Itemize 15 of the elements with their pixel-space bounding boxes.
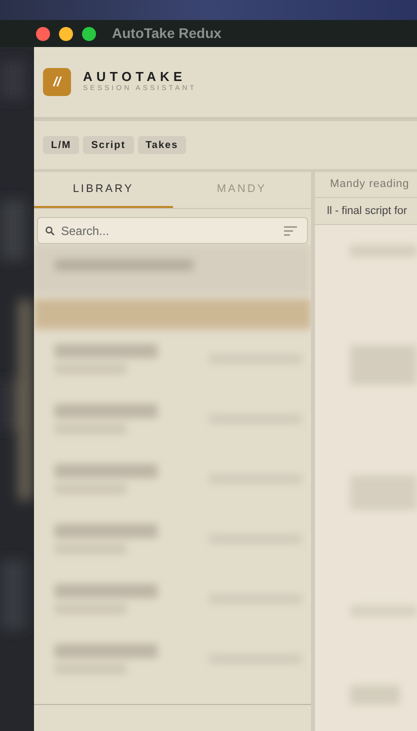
toolbar-button[interactable]: L/M	[43, 136, 80, 154]
filter-icon[interactable]	[284, 226, 297, 236]
app-logo: //	[43, 68, 71, 96]
close-button[interactable]	[36, 26, 50, 40]
search-field[interactable]: Search...	[37, 217, 308, 244]
panel-tab[interactable]: LIBRARY	[34, 172, 172, 208]
toolbar-button[interactable]: Script	[83, 136, 134, 154]
toolbar-button[interactable]: Takes	[138, 136, 186, 154]
maximize-button[interactable]	[82, 26, 96, 40]
panel-title: Mandy reading	[330, 177, 410, 192]
app-name: AUTOTAKE	[83, 69, 188, 84]
search-icon	[45, 226, 55, 236]
script-title: ll - final script for	[327, 204, 408, 219]
window-title: AutoTake Redux	[112, 24, 222, 43]
minimize-button[interactable]	[59, 26, 73, 40]
